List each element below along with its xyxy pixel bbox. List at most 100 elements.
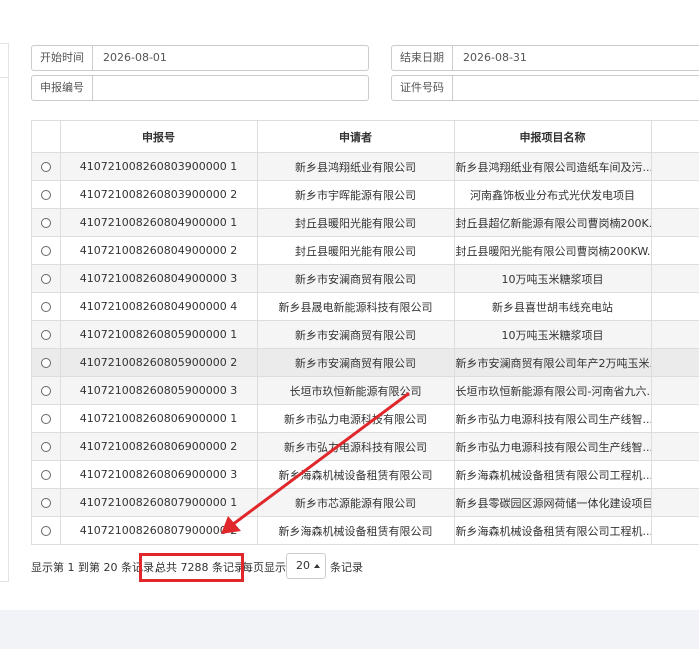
cell-application-no: 410721008260806900000 1: [60, 404, 258, 433]
cell-project-name: 新乡海森机械设备租赁有限公司工程机...: [454, 516, 652, 544]
cell-applicant: 新乡县鸿翔纸业有限公司: [257, 152, 455, 181]
cell-application-no: 410721008260806900000 3: [60, 460, 258, 489]
cell-project-name: 新乡县鸿翔纸业有限公司造纸车间及污...: [454, 152, 652, 181]
cell-extra: [651, 432, 699, 461]
row-select-cell[interactable]: [32, 432, 61, 461]
row-select-cell[interactable]: [32, 320, 61, 349]
application-no-label: 申报编号: [31, 75, 92, 101]
cell-extra: [651, 152, 699, 181]
cell-project-name: 新乡市弘力电源科技有限公司生产线智...: [454, 432, 652, 461]
end-date-input[interactable]: 2026-08-31: [452, 45, 699, 71]
row-radio-button[interactable]: [40, 442, 51, 452]
cell-project-name: 新乡县零碳园区源网荷储一体化建设项目: [454, 488, 652, 517]
row-radio-button[interactable]: [40, 498, 51, 508]
cell-applicant: 新乡市安澜商贸有限公司: [257, 348, 455, 377]
row-radio-button[interactable]: [40, 526, 51, 536]
page-size-dropdown[interactable]: 20: [286, 553, 326, 579]
table-header-row: 申报号 申请者 申报项目名称: [32, 121, 699, 153]
cell-application-no: 410721008260803900000 1: [60, 152, 258, 181]
cell-extra: [651, 208, 699, 237]
row-radio-button[interactable]: [40, 330, 51, 340]
results-table: 申报号 申请者 申报项目名称 410721008260803900000 1 新乡…: [31, 120, 699, 545]
row-select-cell[interactable]: [32, 292, 61, 321]
table-row[interactable]: 410721008260805900000 2 新乡市安澜商贸有限公司 新乡市安澜商…: [32, 348, 699, 377]
row-select-cell[interactable]: [32, 180, 61, 209]
row-radio-button[interactable]: [40, 274, 51, 284]
row-select-cell[interactable]: [32, 488, 61, 517]
cell-extra: [651, 488, 699, 517]
column-header-application-no[interactable]: 申报号: [60, 121, 258, 153]
caret-up-icon: [314, 564, 320, 568]
row-radio-button[interactable]: [40, 190, 51, 200]
table-row[interactable]: 410721008260806900000 3 新乡海森机械设备租赁有限公司 新乡海…: [32, 460, 699, 489]
row-radio-button[interactable]: [40, 246, 51, 256]
row-radio-button[interactable]: [40, 302, 51, 312]
row-select-cell[interactable]: [32, 208, 61, 237]
cell-applicant: 新乡市安澜商贸有限公司: [257, 264, 455, 293]
cell-project-name: 新乡海森机械设备租赁有限公司工程机...: [454, 460, 652, 489]
row-select-cell[interactable]: [32, 348, 61, 377]
cell-project-name: 新乡市安澜商贸有限公司年产2万吨玉米...: [454, 348, 652, 377]
page-size-value: 20: [296, 559, 310, 572]
cell-applicant: 新乡海森机械设备租赁有限公司: [257, 460, 455, 489]
row-radio-button[interactable]: [40, 470, 51, 480]
cell-application-no: 410721008260803900000 2: [60, 180, 258, 209]
table-row[interactable]: 410721008260805900000 3 长垣市玖恒新能源有限公司 长垣市玖恒…: [32, 376, 699, 405]
row-radio-button[interactable]: [40, 218, 51, 228]
cell-application-no: 410721008260807900000 2: [60, 516, 258, 544]
cell-project-name: 10万吨玉米糖浆项目: [454, 320, 652, 349]
table-row[interactable]: 410721008260804900000 1 封丘县暖阳光能有限公司 封丘县超亿新…: [32, 208, 699, 237]
row-select-cell[interactable]: [32, 264, 61, 293]
table-row[interactable]: 410721008260804900000 4 新乡县晟电新能源科技有限公司 新乡县…: [32, 292, 699, 321]
cell-project-name: 封丘县暖阳光能有限公司曹岗楠200KW...: [454, 236, 652, 265]
row-radio-button[interactable]: [40, 414, 51, 424]
cell-project-name: 10万吨玉米糖浆项目: [454, 264, 652, 293]
cell-project-name: 新乡市弘力电源科技有限公司生产线智...: [454, 404, 652, 433]
cell-applicant: 新乡市芯源能源有限公司: [257, 488, 455, 517]
cell-applicant: 新乡市宇晖能源有限公司: [257, 180, 455, 209]
row-select-cell[interactable]: [32, 236, 61, 265]
cell-extra: [651, 348, 699, 377]
cell-project-name: 新乡县喜世胡韦线充电站: [454, 292, 652, 321]
application-no-input[interactable]: [92, 75, 369, 101]
cell-extra: [651, 180, 699, 209]
column-header-project-name[interactable]: 申报项目名称: [454, 121, 652, 153]
table-row[interactable]: 410721008260803900000 1 新乡县鸿翔纸业有限公司 新乡县鸿翔纸…: [32, 152, 699, 181]
row-radio-button[interactable]: [40, 358, 51, 368]
table-row[interactable]: 410721008260806900000 2 新乡市弘力电源科技有限公司 新乡市弘…: [32, 432, 699, 461]
cell-project-name: 河南鑫饰板业分布式光伏发电项目: [454, 180, 652, 209]
row-select-cell[interactable]: [32, 460, 61, 489]
cell-project-name: 长垣市玖恒新能源有限公司-河南省九六...: [454, 376, 652, 405]
cell-extra: [651, 236, 699, 265]
cell-extra: [651, 264, 699, 293]
certificate-no-input[interactable]: [452, 75, 699, 101]
certificate-no-label: 证件号码: [391, 75, 452, 101]
row-select-cell[interactable]: [32, 404, 61, 433]
row-select-cell[interactable]: [32, 152, 61, 181]
cell-applicant: 长垣市玖恒新能源有限公司: [257, 376, 455, 405]
cell-extra: [651, 404, 699, 433]
cell-applicant: 封丘县暖阳光能有限公司: [257, 208, 455, 237]
table-row[interactable]: 410721008260803900000 2 新乡市宇晖能源有限公司 河南鑫饰板业…: [32, 180, 699, 209]
start-time-input[interactable]: 2026-08-01: [92, 45, 369, 71]
cell-extra: [651, 320, 699, 349]
row-radio-button[interactable]: [40, 386, 51, 396]
table-row[interactable]: 410721008260806900000 1 新乡市弘力电源科技有限公司 新乡市弘…: [32, 404, 699, 433]
cell-application-no: 410721008260804900000 2: [60, 236, 258, 265]
row-radio-button[interactable]: [40, 162, 51, 172]
column-header-applicant[interactable]: 申请者: [257, 121, 455, 153]
table-row[interactable]: 410721008260805900000 1 新乡市安澜商贸有限公司 10万吨玉米…: [32, 320, 699, 349]
table-row[interactable]: 410721008260804900000 3 新乡市安澜商贸有限公司 10万吨玉米…: [32, 264, 699, 293]
cell-applicant: 新乡市安澜商贸有限公司: [257, 320, 455, 349]
table-row[interactable]: 410721008260807900000 2 新乡海森机械设备租赁有限公司 新乡海…: [32, 516, 699, 544]
row-select-cell[interactable]: [32, 516, 61, 544]
cell-applicant: 新乡海森机械设备租赁有限公司: [257, 516, 455, 544]
column-header-extra: [651, 121, 699, 153]
cell-application-no: 410721008260804900000 3: [60, 264, 258, 293]
pagination-per-page-suffix: 条记录: [330, 561, 363, 574]
table-row[interactable]: 410721008260804900000 2 封丘县暖阳光能有限公司 封丘县暖阳光…: [32, 236, 699, 265]
cell-applicant: 新乡市弘力电源科技有限公司: [257, 432, 455, 461]
cell-application-no: 410721008260804900000 4: [60, 292, 258, 321]
table-row[interactable]: 410721008260807900000 1 新乡市芯源能源有限公司 新乡县零碳园…: [32, 488, 699, 517]
row-select-cell[interactable]: [32, 376, 61, 405]
